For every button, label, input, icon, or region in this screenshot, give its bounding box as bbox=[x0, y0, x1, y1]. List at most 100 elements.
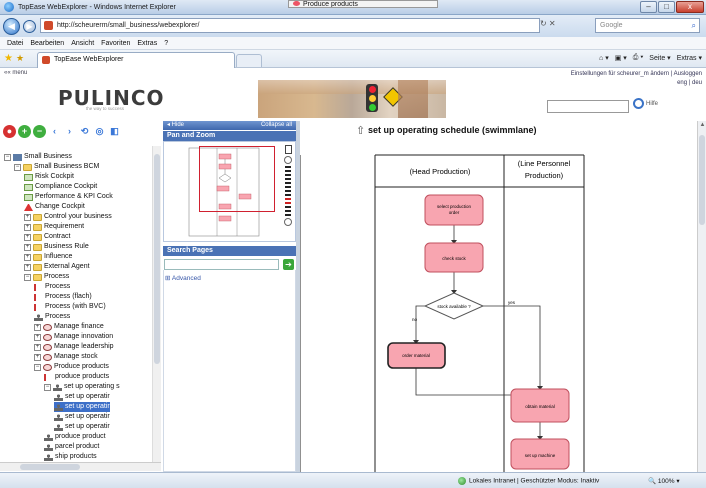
app-search-input[interactable] bbox=[547, 100, 629, 113]
tree-node[interactable]: + Requirement bbox=[24, 222, 84, 232]
menu-ansicht[interactable]: Ansicht bbox=[71, 40, 94, 47]
tree-node[interactable]: Performance & KPI Cock bbox=[24, 192, 113, 202]
expand-icon[interactable]: + bbox=[24, 263, 31, 271]
collapse-icon[interactable]: − bbox=[4, 153, 11, 161]
tree-node[interactable]: parcel product bbox=[44, 442, 99, 452]
scroll-up-icon[interactable]: ▲ bbox=[698, 121, 706, 130]
tree-node[interactable]: Process bbox=[34, 282, 70, 292]
tree-node[interactable]: + Manage finance bbox=[34, 322, 104, 332]
menu-favoriten[interactable]: Favoriten bbox=[101, 40, 130, 47]
search-icon[interactable] bbox=[633, 98, 644, 109]
fit-page-icon[interactable] bbox=[284, 145, 292, 154]
zoom-slider[interactable] bbox=[283, 145, 293, 239]
shape-order-material[interactable]: order material bbox=[387, 342, 446, 369]
collapse-icon[interactable]: − bbox=[14, 163, 21, 171]
tree-node[interactable]: set up operatir bbox=[54, 412, 110, 422]
layout-icon[interactable]: ◧ bbox=[108, 125, 121, 138]
close-button[interactable]: x bbox=[676, 1, 704, 13]
maximize-button[interactable]: □ bbox=[658, 1, 675, 13]
expand-icon[interactable]: + bbox=[24, 253, 31, 261]
zoom-in-icon[interactable] bbox=[284, 156, 292, 164]
pan-zoom-panel[interactable] bbox=[163, 141, 296, 242]
user-settings-link[interactable]: Einstellungen für scheurer_m ändern | Au… bbox=[571, 70, 702, 79]
locate-icon[interactable]: ◎ bbox=[93, 125, 106, 138]
expand-icon[interactable]: + bbox=[34, 353, 41, 361]
tree-node[interactable]: − Small Business bbox=[4, 152, 72, 162]
menu-extras[interactable]: Extras bbox=[137, 40, 157, 47]
tree-node[interactable]: + Control your business bbox=[24, 212, 112, 222]
shape-set-up-machine[interactable]: set up machine bbox=[510, 438, 570, 470]
feeds-button[interactable]: ▣ ▾ bbox=[615, 54, 627, 62]
tree-node[interactable]: Risk Cockpit bbox=[24, 172, 74, 182]
tree-node[interactable]: Process (with BVC) bbox=[34, 302, 106, 312]
tree-node[interactable]: + Manage leadership bbox=[34, 342, 114, 352]
add-favorites-icon[interactable]: ★ bbox=[16, 53, 24, 64]
home-icon[interactable]: ● bbox=[3, 124, 16, 138]
tree-node[interactable]: produce products bbox=[44, 372, 109, 382]
print-button[interactable]: ⎙ ▾ bbox=[633, 54, 644, 62]
tree-node[interactable]: − Process bbox=[24, 272, 69, 282]
expand-icon[interactable]: + bbox=[24, 233, 31, 241]
forward-icon[interactable]: › bbox=[63, 125, 76, 138]
advanced-search-link[interactable]: ⊞ Advanced bbox=[165, 274, 201, 282]
tree-node[interactable]: + Contract bbox=[24, 232, 70, 242]
tree-node[interactable]: set up operatir bbox=[54, 402, 110, 412]
expand-icon[interactable]: + bbox=[34, 343, 41, 351]
zoom-level[interactable]: 🔍 100% ▾ bbox=[648, 477, 680, 485]
menu-help[interactable]: ? bbox=[164, 40, 168, 47]
new-tab-button[interactable] bbox=[236, 54, 262, 67]
tree-node[interactable]: Process bbox=[34, 312, 70, 322]
address-input[interactable]: http://scheurerm/small_business/webexplo… bbox=[40, 18, 540, 33]
tree-node[interactable]: ship products bbox=[44, 452, 97, 462]
search-icon[interactable]: ⌕ bbox=[692, 19, 696, 32]
expand-icon[interactable]: + bbox=[24, 223, 31, 231]
hide-button[interactable]: ◂ Hide bbox=[167, 122, 184, 128]
web-search-input[interactable]: Google ⌕ bbox=[595, 18, 700, 33]
expand-icon[interactable]: + bbox=[34, 323, 41, 331]
menu-bearbeiten[interactable]: Bearbeiten bbox=[30, 40, 64, 47]
sync-icon[interactable]: ⟲ bbox=[78, 125, 91, 138]
back-button[interactable]: ◀ bbox=[3, 17, 20, 35]
extras-menu-button[interactable]: Extras ▾ bbox=[677, 54, 702, 62]
tree-node[interactable]: set up operatir bbox=[54, 392, 110, 402]
refresh-stop-buttons[interactable]: ↻ ✕ bbox=[540, 19, 556, 28]
collapse-icon[interactable]: − bbox=[44, 383, 51, 391]
shape-check-stock[interactable]: check stock bbox=[424, 242, 484, 273]
collapse-all-button[interactable]: Collapse all bbox=[261, 121, 292, 130]
tab-topease[interactable]: TopEase WebExplorer bbox=[37, 52, 235, 68]
tree-vertical-scrollbar[interactable] bbox=[152, 146, 161, 462]
tree-node[interactable]: − Small Business BCM bbox=[14, 162, 99, 172]
language-switch[interactable]: eng | deu bbox=[571, 79, 702, 88]
shape-select-production-order[interactable]: select production order bbox=[424, 194, 484, 226]
tree-node[interactable]: + Influence bbox=[24, 252, 72, 262]
add-icon[interactable]: + bbox=[18, 124, 31, 138]
shape-obtain-material[interactable]: obtain material bbox=[510, 388, 570, 423]
favorites-star-icon[interactable]: ★ bbox=[4, 53, 13, 64]
minimap-viewport[interactable] bbox=[199, 146, 275, 212]
menu-toggle-link[interactable]: «« menu bbox=[4, 70, 27, 76]
zoom-out-icon[interactable] bbox=[284, 218, 292, 226]
tree-node[interactable]: + Manage stock bbox=[34, 352, 98, 362]
collapse-icon[interactable]: − bbox=[24, 273, 31, 281]
page-menu-button[interactable]: Seite ▾ bbox=[649, 54, 670, 62]
expand-icon[interactable]: + bbox=[34, 333, 41, 341]
diagram-vertical-scrollbar[interactable]: ▲ bbox=[697, 121, 706, 472]
tree-node[interactable]: Process (flach) bbox=[34, 292, 92, 302]
tree-node[interactable]: − set up operating s bbox=[44, 382, 120, 392]
up-level-icon[interactable]: ⇧ bbox=[356, 124, 365, 137]
search-pages-header[interactable]: Search Pages bbox=[163, 246, 296, 256]
minimize-button[interactable]: – bbox=[640, 1, 657, 13]
expand-icon[interactable]: + bbox=[24, 213, 31, 221]
tree-node[interactable]: Compliance Cockpit bbox=[24, 182, 97, 192]
pan-zoom-header[interactable]: Pan and Zoom bbox=[163, 131, 296, 141]
tree-node[interactable]: set up operatir bbox=[54, 422, 110, 432]
remove-icon[interactable]: − bbox=[33, 124, 46, 138]
tree-node[interactable]: Change Cockpit bbox=[24, 202, 85, 212]
tree-node[interactable]: produce product bbox=[44, 432, 106, 442]
collapse-icon[interactable]: − bbox=[34, 363, 41, 371]
tree-node[interactable]: + Business Rule bbox=[24, 242, 89, 252]
help-link[interactable]: Hilfe bbox=[633, 98, 658, 109]
tree-node[interactable]: − Produce products bbox=[34, 362, 109, 372]
menu-datei[interactable]: Datei bbox=[7, 40, 23, 47]
tree-horizontal-scrollbar[interactable] bbox=[0, 462, 161, 471]
